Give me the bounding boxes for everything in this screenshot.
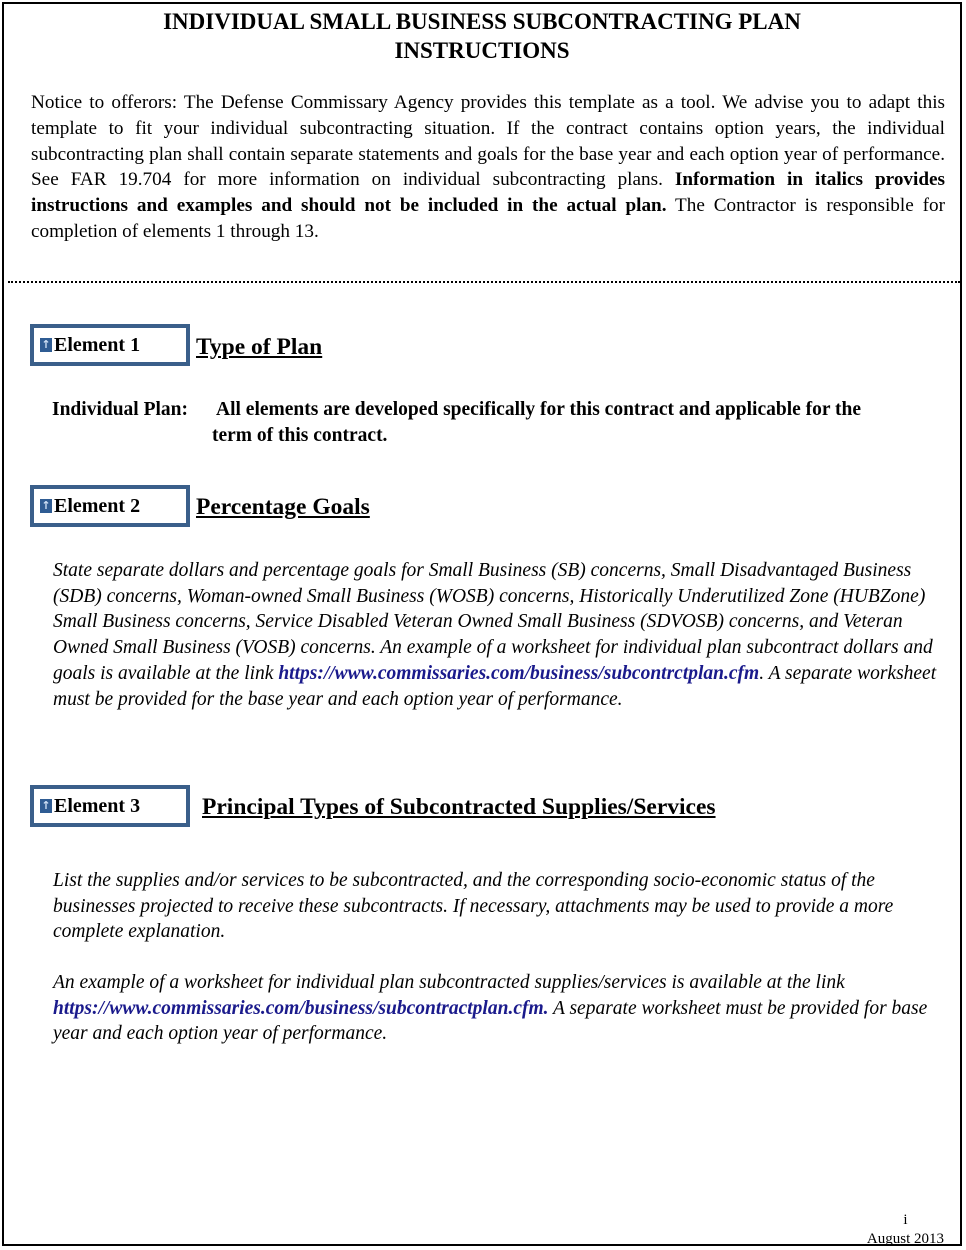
element-marker-icon: ↑ xyxy=(40,338,52,352)
page-title: INDIVIDUAL SMALL BUSINESS SUBCONTRACTING… xyxy=(4,7,960,65)
element-3-heading: Principal Types of Subcontracted Supplie… xyxy=(202,794,716,820)
element-1-box: ↑ Element 1 xyxy=(30,324,190,366)
subcontract-dollars-worksheet-link[interactable]: https://www.commissaries.com/business/su… xyxy=(278,663,759,684)
element-3-instructions: List the supplies and/or services to be … xyxy=(53,870,894,943)
element-1-label: Element 1 xyxy=(54,334,141,356)
title-line-2: INSTRUCTIONS xyxy=(394,38,570,63)
element-marker-icon: ↑ xyxy=(40,799,52,813)
element-3-box: ↑ Element 3 xyxy=(30,785,190,827)
individual-plan-label: Individual Plan: xyxy=(52,399,189,420)
page-number: i xyxy=(903,1212,908,1228)
individual-plan-text-line-2: term of this contract. xyxy=(212,425,388,446)
title-line-1: INDIVIDUAL SMALL BUSINESS SUBCONTRACTING… xyxy=(163,9,801,34)
individual-plan-text: All elements are developed specifically … xyxy=(216,397,936,423)
element-marker-icon: ↑ xyxy=(40,499,52,513)
element-3-worksheet-note: An example of a worksheet for individual… xyxy=(53,970,943,1047)
element-2-label: Element 2 xyxy=(54,495,141,517)
supplies-services-worksheet-link[interactable]: https://www.commissaries.com/business/su… xyxy=(53,998,549,1019)
element-2-instructions: State separate dollars and percentage go… xyxy=(53,558,943,712)
individual-plan-text-line-1: All elements are developed specifically … xyxy=(216,399,862,420)
footer-date: August 2013 xyxy=(866,1231,944,1247)
element-1-heading: Type of Plan xyxy=(196,334,323,360)
element-2-heading: Percentage Goals xyxy=(196,494,370,520)
page-footer: i August 2013 xyxy=(867,1211,944,1249)
element-2-box: ↑ Element 2 xyxy=(30,485,190,527)
notice-paragraph: Notice to offerors: The Defense Commissa… xyxy=(31,90,945,245)
dotted-divider xyxy=(8,281,960,283)
document-page: INDIVIDUAL SMALL BUSINESS SUBCONTRACTING… xyxy=(2,2,962,1249)
element-3-label: Element 3 xyxy=(54,795,141,817)
element-3-note-text: An example of a worksheet for individual… xyxy=(53,972,845,993)
